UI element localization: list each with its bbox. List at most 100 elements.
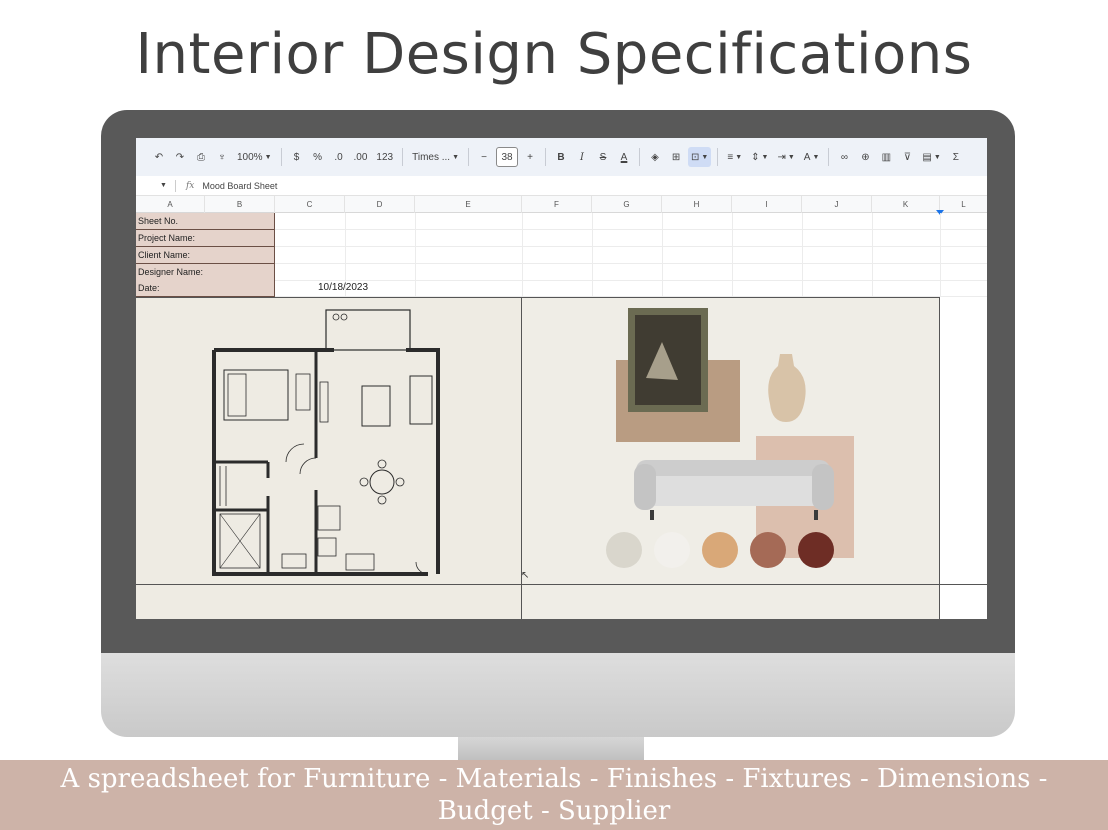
chevron-down-icon: ▼ [933, 153, 941, 161]
table-row: Client Name: [136, 247, 987, 264]
column-header-d[interactable]: D [345, 196, 415, 213]
name-box-chevron-icon[interactable]: ▼ [160, 182, 167, 189]
text-color-button[interactable]: A [615, 147, 633, 167]
chevron-down-icon: ▼ [787, 153, 795, 161]
toolbar: ↶ ↷ ⎙ ♆ 100% ▼ $ % .0 .00 123 Times ... ▼ … [136, 138, 987, 176]
print-icon[interactable]: ⎙ [192, 147, 210, 167]
column-header-k[interactable]: K [872, 196, 940, 213]
toolbar-divider [468, 148, 470, 166]
vertical-align-icon[interactable]: ⇕ ▼ [748, 147, 771, 167]
increase-decimal-button[interactable]: .00 [351, 147, 371, 167]
formula-divider [174, 179, 176, 192]
functions-button[interactable]: Σ [947, 147, 965, 167]
date-value-cell[interactable]: 10/18/2023 [318, 280, 368, 296]
fx-icon: fx [185, 180, 195, 191]
column-header-l[interactable]: L [940, 196, 987, 213]
mood-board-collage [606, 308, 854, 568]
table-row: Designer Name: [136, 264, 987, 281]
column-header-c[interactable]: C [275, 196, 345, 213]
italic-button[interactable]: I [573, 147, 591, 167]
chevron-down-icon: ▼ [701, 153, 709, 161]
font-size-increase-button[interactable]: + [521, 147, 539, 167]
empty-cells[interactable] [940, 297, 987, 619]
column-header-i[interactable]: I [732, 196, 802, 213]
mouse-cursor-icon: ↖ [521, 570, 530, 581]
mood-board-image[interactable] [522, 297, 940, 619]
floor-plan-drawing [212, 309, 440, 576]
borders-icon[interactable]: ⊞ [667, 147, 685, 167]
page-title: Interior Design Specifications [135, 22, 973, 87]
number-format-button[interactable]: 123 [373, 147, 396, 167]
bottom-banner: A spreadsheet for Furniture - Materials … [0, 760, 1108, 830]
font-family-select[interactable]: Times ... ▼ [409, 147, 462, 167]
column-header-e[interactable]: E [415, 196, 522, 213]
color-swatch [606, 532, 642, 568]
color-swatch [750, 532, 786, 568]
currency-button[interactable]: $ [288, 147, 306, 167]
column-header-g[interactable]: G [592, 196, 662, 213]
text-rotation-glyph: A [803, 151, 811, 163]
undo-icon[interactable]: ↶ [150, 147, 168, 167]
vase [768, 354, 806, 422]
chevron-down-icon: ▼ [761, 153, 769, 161]
column-header-f[interactable]: F [522, 196, 592, 213]
percent-button[interactable]: % [309, 147, 327, 167]
font-size-input[interactable]: 38 [496, 147, 519, 167]
formula-input[interactable]: Mood Board Sheet [202, 181, 277, 191]
color-swatch [702, 532, 738, 568]
link-icon[interactable]: ∞ [835, 147, 853, 167]
paint-format-icon[interactable]: ♆ [213, 147, 231, 167]
column-header-a[interactable]: A [136, 196, 205, 213]
color-swatch [798, 532, 834, 568]
toolbar-divider [545, 148, 547, 166]
monitor-chin [101, 653, 1015, 737]
label-cell-client-name[interactable]: Client Name: [136, 247, 275, 264]
floor-plan-image[interactable] [136, 297, 522, 619]
filter-icon[interactable]: ⊽ [898, 147, 916, 167]
spreadsheet-screen: ↶ ↷ ⎙ ♆ 100% ▼ $ % .0 .00 123 Times ... ▼ … [136, 138, 987, 619]
toolbar-divider [639, 148, 641, 166]
strikethrough-button[interactable]: S [594, 147, 612, 167]
sofa-leg [814, 510, 818, 520]
label-cell-designer-name[interactable]: Designer Name: [136, 264, 275, 281]
redo-icon[interactable]: ↷ [171, 147, 189, 167]
color-swatch [654, 532, 690, 568]
font-family-value: Times ... [412, 151, 451, 163]
chart-icon[interactable]: ▥ [877, 147, 895, 167]
column-header-j[interactable]: J [802, 196, 872, 213]
column-header-h[interactable]: H [662, 196, 732, 213]
filter-views-icon[interactable]: ▤ ▼ [919, 147, 943, 167]
column-header-row: A B C D E F G H I J K L [136, 196, 987, 215]
sofa-arm-right [812, 464, 834, 510]
column-header-b[interactable]: B [205, 196, 275, 213]
font-size-decrease-button[interactable]: − [475, 147, 493, 167]
zoom-select[interactable]: 100% ▼ [234, 147, 275, 167]
label-cell-sheet-no[interactable]: Sheet No. [136, 213, 275, 230]
sofa-seat [642, 476, 824, 506]
toolbar-divider [828, 148, 830, 166]
chevron-down-icon: ▼ [735, 153, 743, 161]
chevron-down-icon: ▼ [812, 153, 820, 161]
fill-color-icon[interactable]: ◈ [646, 147, 664, 167]
decrease-decimal-button[interactable]: .0 [330, 147, 348, 167]
text-wrap-icon[interactable]: ⇥ ▼ [774, 147, 797, 167]
formula-bar: ▼ fx Mood Board Sheet [136, 176, 987, 196]
cell-grid: Sheet No. Project Name: Client Name: Des… [136, 213, 987, 297]
label-cell-project-name[interactable]: Project Name: [136, 230, 275, 247]
text-rotation-button[interactable]: A ▼ [801, 147, 823, 167]
cell-border-line [136, 584, 987, 585]
banner-line-2: Budget - Supplier [437, 796, 671, 826]
comment-icon[interactable]: ⊕ [856, 147, 874, 167]
banner-line-1: A spreadsheet for Furniture - Materials … [60, 764, 1048, 794]
toolbar-divider [717, 148, 719, 166]
label-cell-date[interactable]: Date: [136, 280, 275, 297]
toolbar-divider [402, 148, 404, 166]
table-row: Project Name: [136, 230, 987, 247]
bold-button[interactable]: B [552, 147, 570, 167]
toolbar-divider [280, 148, 282, 166]
sofa-arm-left [634, 464, 656, 510]
table-row: Sheet No. [136, 213, 987, 230]
zoom-value: 100% [237, 151, 263, 163]
horizontal-align-icon[interactable]: ≡ ▼ [724, 147, 745, 167]
merge-cells-icon[interactable]: ⊡ ▼ [688, 147, 712, 167]
